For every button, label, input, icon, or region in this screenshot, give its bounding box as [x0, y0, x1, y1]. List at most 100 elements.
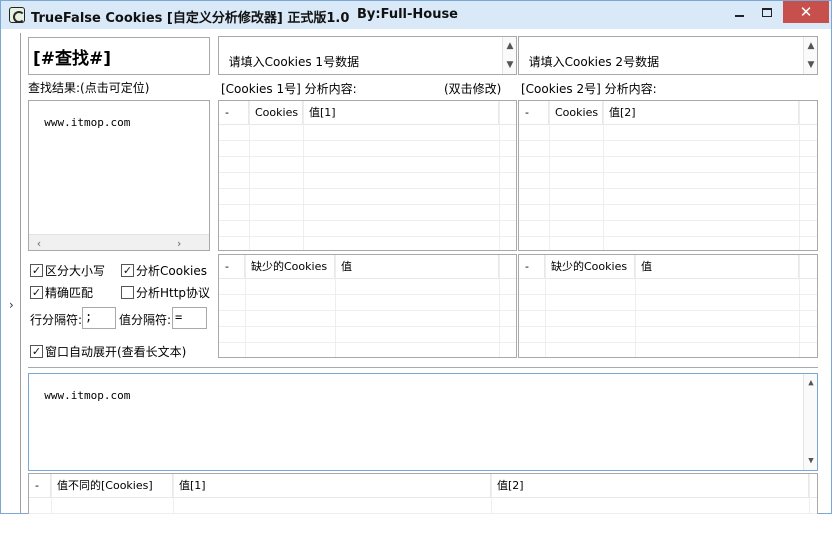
cookies1-grid[interactable]: - Cookies 值[1]	[218, 100, 517, 251]
expand-arrow-icon[interactable]: ›	[9, 298, 14, 312]
cookies1-vscrollbar[interactable]: ▲ ▼	[502, 37, 516, 74]
cookies2-input[interactable]: 请填入Cookies 2号数据 ▲ ▼	[518, 36, 818, 75]
grid-header-cell[interactable]: 值	[335, 255, 499, 279]
table-row[interactable]	[219, 173, 516, 189]
close-icon: ✕	[799, 3, 813, 21]
value-separator-label: 值分隔符:	[119, 313, 172, 327]
analyze-http-label[interactable]: 分析Http协议	[136, 284, 210, 301]
cookies1-input[interactable]: 请填入Cookies 1号数据 ▲ ▼	[218, 36, 517, 75]
check-icon: ✓	[30, 286, 43, 299]
grid-header-cell[interactable]: 值	[635, 255, 799, 279]
maximize-button[interactable]	[753, 1, 781, 23]
bottom-text-area[interactable]: www.itmop.com ▲ ▼	[28, 373, 818, 471]
case-sensitive-label[interactable]: 区分大小写	[45, 262, 105, 279]
table-row[interactable]	[519, 189, 817, 205]
search-result-list[interactable]: www.itmop.com ‹ ›	[28, 100, 210, 251]
grid-header: - 值不同的[Cookies] 值[1] 值[2]	[29, 474, 817, 498]
table-row[interactable]	[29, 498, 817, 514]
table-row[interactable]	[519, 295, 817, 311]
grid-header-cell[interactable]: 缺少的Cookies	[245, 255, 335, 279]
cookies2-label: [Cookies 2号] 分析内容:	[521, 82, 657, 96]
search-result-text[interactable]: www.itmop.com	[44, 116, 130, 129]
grid-header-cell[interactable]: -	[219, 101, 249, 125]
value-separator-input[interactable]: =	[172, 307, 207, 329]
grid-header-cell[interactable]: -	[29, 474, 51, 498]
table-row[interactable]	[519, 141, 817, 157]
scroll-right-icon[interactable]: ›	[171, 235, 187, 250]
table-row[interactable]	[519, 279, 817, 295]
table-row[interactable]	[519, 157, 817, 173]
grid-header-cell[interactable]: -	[219, 255, 245, 279]
app-icon	[9, 7, 25, 23]
table-row[interactable]	[519, 327, 817, 343]
table-row[interactable]	[219, 311, 516, 327]
scroll-down-icon[interactable]: ▼	[804, 454, 817, 468]
check-icon: ✓	[121, 264, 134, 277]
scroll-up-icon[interactable]: ▲	[804, 39, 817, 53]
row-separator-input[interactable]: ;	[82, 307, 116, 329]
auto-expand-checkbox[interactable]: ✓ 窗口自动展开(查看长文本)	[30, 343, 186, 360]
table-row[interactable]	[219, 279, 516, 295]
maximize-icon	[762, 7, 772, 17]
table-row[interactable]	[519, 125, 817, 141]
row-separator-label: 行分隔符:	[30, 313, 83, 327]
scroll-down-icon[interactable]: ▼	[503, 58, 516, 72]
cookies2-missing-grid[interactable]: - 缺少的Cookies 值	[518, 254, 818, 358]
grid-header-cell[interactable]: 值不同的[Cookies]	[51, 474, 173, 498]
table-row[interactable]	[219, 221, 516, 237]
result-hscrollbar[interactable]: ‹ ›	[29, 234, 209, 250]
minimize-button[interactable]	[725, 1, 753, 23]
window-title: TrueFalse Cookies [自定义分析修改器] 正式版1.0	[31, 11, 350, 26]
table-row[interactable]	[519, 221, 817, 237]
table-row[interactable]	[219, 157, 516, 173]
exact-match-checkbox[interactable]: ✓ 精确匹配	[30, 284, 93, 301]
grid-header: - 缺少的Cookies 值	[519, 255, 817, 279]
analyze-cookies-label[interactable]: 分析Cookies	[136, 262, 207, 279]
check-icon: ✓	[30, 345, 43, 358]
grid-header-cell[interactable]: -	[519, 101, 549, 125]
grid-header-cell[interactable]: 缺少的Cookies	[545, 255, 635, 279]
auto-expand-label[interactable]: 窗口自动展开(查看长文本)	[45, 343, 186, 360]
grid-header-cell[interactable]: 值[2]	[603, 101, 799, 125]
table-row[interactable]	[219, 295, 516, 311]
search-result-label: 查找结果:(点击可定位)	[28, 81, 150, 95]
grid-header: - Cookies 值[2]	[519, 101, 817, 125]
grid-header-cell[interactable]: Cookies	[549, 101, 603, 125]
scroll-left-icon[interactable]: ‹	[31, 235, 47, 250]
grid-header-cell[interactable]: 值[1]	[173, 474, 491, 498]
table-row[interactable]	[219, 125, 516, 141]
grid-header: - Cookies 值[1]	[219, 101, 516, 125]
scroll-up-icon[interactable]: ▲	[804, 376, 817, 390]
cookies2-grid[interactable]: - Cookies 值[2]	[518, 100, 818, 251]
grid-header-cell[interactable]: -	[519, 255, 545, 279]
table-row[interactable]	[219, 205, 516, 221]
left-divider	[20, 33, 21, 514]
table-row[interactable]	[519, 311, 817, 327]
table-row[interactable]	[519, 205, 817, 221]
cookies1-input-text: 请填入Cookies 1号数据	[228, 55, 360, 69]
analyze-http-checkbox[interactable]: 分析Http协议	[121, 284, 210, 301]
case-sensitive-checkbox[interactable]: ✓ 区分大小写	[30, 262, 105, 279]
table-row[interactable]	[219, 141, 516, 157]
title-bar: TrueFalse Cookies [自定义分析修改器] 正式版1.0 By:F…	[1, 1, 831, 29]
bottom-vscrollbar[interactable]: ▲ ▼	[803, 374, 817, 470]
bottom-text[interactable]: www.itmop.com	[44, 389, 130, 402]
table-row[interactable]	[219, 189, 516, 205]
cookies2-vscrollbar[interactable]: ▲ ▼	[803, 37, 817, 74]
grid-header-cell[interactable]: 值[1]	[303, 101, 499, 125]
cookies2-input-text: 请填入Cookies 2号数据	[528, 55, 660, 69]
table-row[interactable]	[219, 327, 516, 343]
scroll-up-icon[interactable]: ▲	[503, 39, 516, 53]
analyze-cookies-checkbox[interactable]: ✓ 分析Cookies	[121, 262, 207, 279]
exact-match-label[interactable]: 精确匹配	[45, 284, 93, 301]
cookies1-missing-grid[interactable]: - 缺少的Cookies 值	[218, 254, 517, 358]
diff-grid[interactable]: - 值不同的[Cookies] 值[1] 值[2]	[28, 473, 818, 514]
table-row[interactable]	[519, 173, 817, 189]
grid-header-cell[interactable]: 值[2]	[491, 474, 809, 498]
close-button[interactable]: ✕	[783, 1, 829, 23]
search-title[interactable]: [#查找#]	[28, 37, 210, 75]
scroll-down-icon[interactable]: ▼	[804, 58, 817, 72]
cookies1-hint: (双击修改)	[444, 82, 502, 96]
grid-header-cell[interactable]: Cookies	[249, 101, 303, 125]
cookies1-label: [Cookies 1号] 分析内容:	[221, 82, 357, 96]
